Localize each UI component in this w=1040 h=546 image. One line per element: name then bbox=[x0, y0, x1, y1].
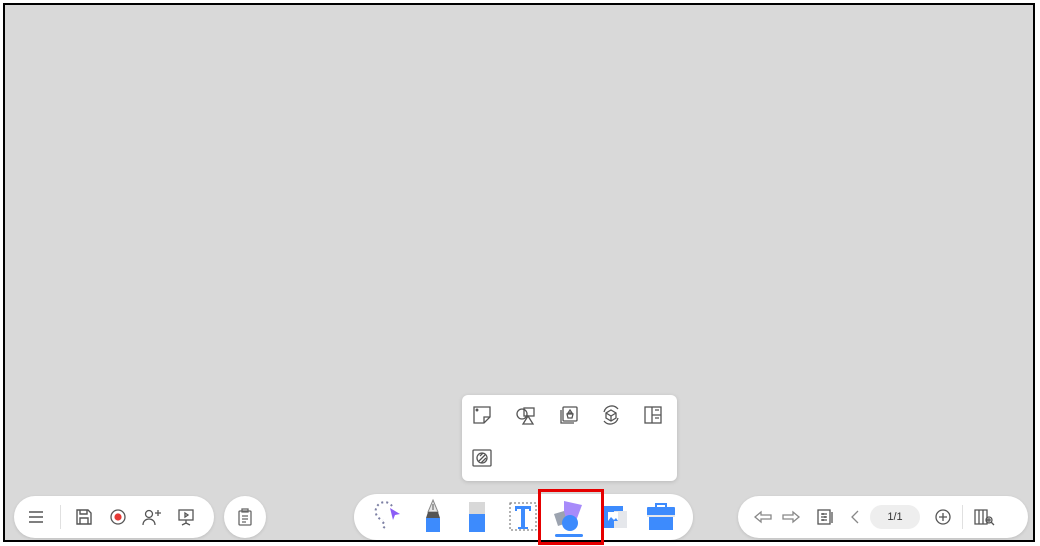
settings-icon[interactable] bbox=[814, 506, 836, 528]
eraser-tool[interactable] bbox=[462, 500, 492, 539]
left-toolbar bbox=[14, 496, 214, 538]
text-tool[interactable] bbox=[506, 500, 540, 539]
redo-icon[interactable] bbox=[780, 506, 802, 528]
record-icon[interactable] bbox=[107, 506, 129, 528]
lasso-select-tool[interactable] bbox=[372, 500, 406, 539]
shapes-icon[interactable] bbox=[513, 402, 539, 428]
add-page-icon[interactable] bbox=[932, 506, 954, 528]
3d-shapes-icon[interactable] bbox=[598, 402, 624, 428]
page-overview-icon[interactable] bbox=[973, 506, 995, 528]
shapes-tool[interactable] bbox=[550, 498, 588, 543]
image-tool[interactable] bbox=[600, 502, 630, 537]
divider bbox=[962, 505, 963, 529]
save-icon[interactable] bbox=[73, 506, 95, 528]
right-toolbar: 1/1 bbox=[738, 496, 1028, 538]
prev-page-icon[interactable] bbox=[844, 506, 866, 528]
toolbox-tool[interactable] bbox=[644, 501, 678, 538]
divider bbox=[60, 505, 61, 529]
clipboard-icon bbox=[234, 506, 256, 528]
sticky-note-icon[interactable] bbox=[469, 402, 495, 428]
layout-icon[interactable] bbox=[640, 402, 666, 428]
center-toolbar bbox=[354, 494, 693, 540]
shape-tool-popup bbox=[462, 395, 677, 481]
clipboard-button[interactable] bbox=[224, 496, 266, 538]
page-indicator[interactable]: 1/1 bbox=[870, 505, 920, 529]
menu-icon[interactable] bbox=[25, 506, 47, 528]
stamp-icon[interactable] bbox=[556, 402, 582, 428]
pattern-fill-icon[interactable] bbox=[469, 445, 495, 471]
present-icon[interactable] bbox=[175, 506, 197, 528]
undo-icon[interactable] bbox=[752, 506, 774, 528]
add-user-icon[interactable] bbox=[141, 506, 163, 528]
pen-tool[interactable] bbox=[418, 498, 448, 541]
